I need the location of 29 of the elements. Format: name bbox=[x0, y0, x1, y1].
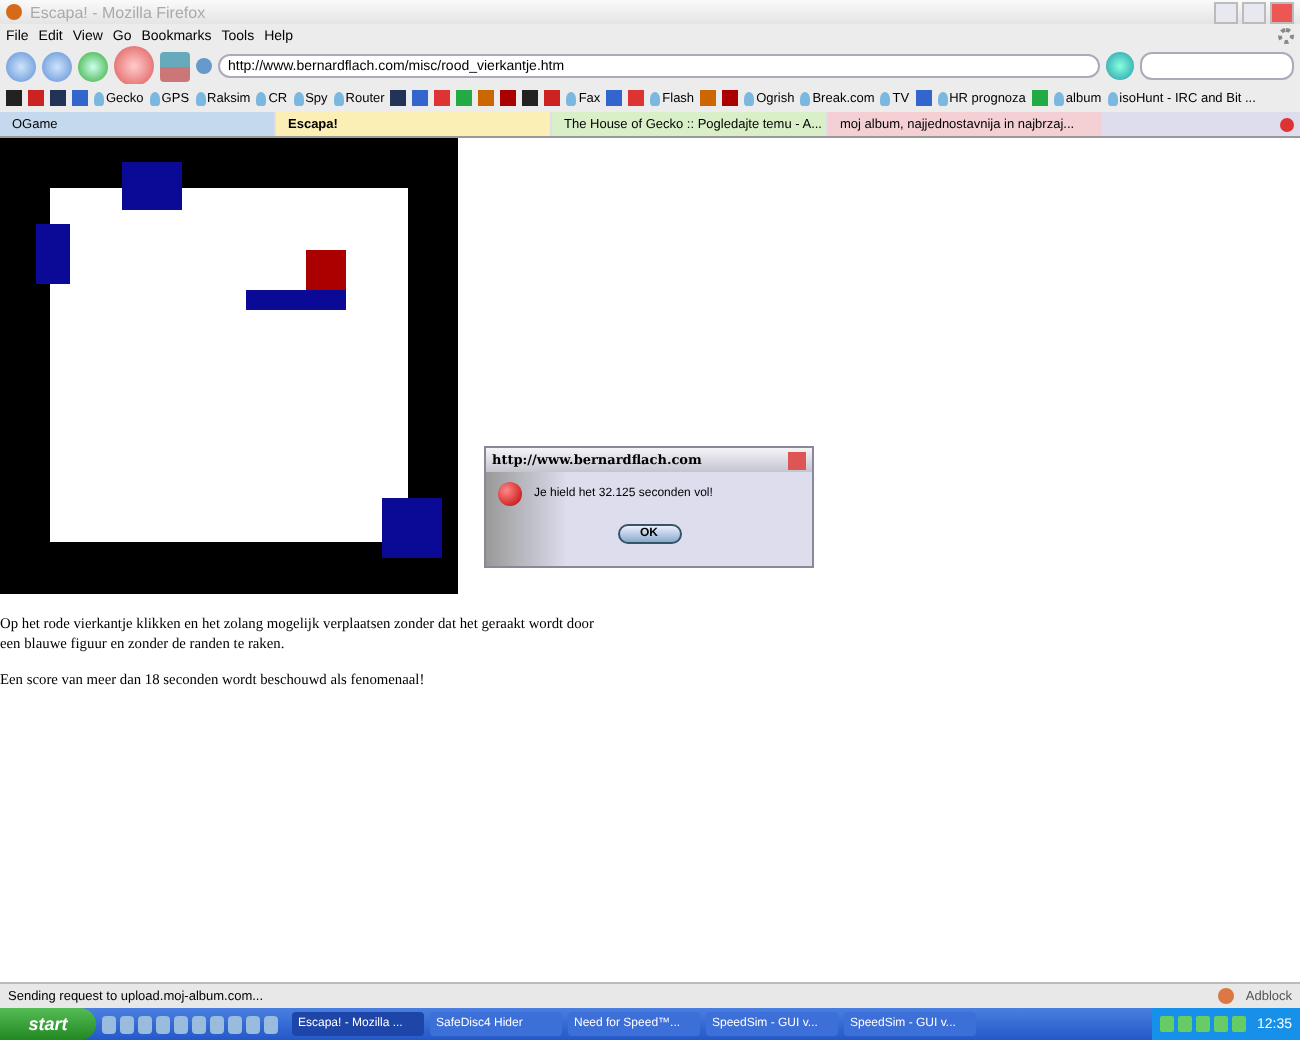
enemy-block bbox=[122, 162, 182, 210]
window-title: Escapa! - Mozilla Firefox bbox=[30, 3, 208, 21]
bookmark-icon bbox=[800, 91, 811, 105]
enemy-block bbox=[246, 290, 346, 310]
close-button[interactable] bbox=[1270, 1, 1294, 23]
close-tab-icon[interactable] bbox=[1280, 117, 1294, 131]
forward-button[interactable] bbox=[42, 51, 72, 81]
bookmark-icon bbox=[256, 91, 267, 105]
enemy-block bbox=[36, 224, 70, 284]
enemy-block bbox=[382, 498, 442, 558]
bookmark-icon bbox=[293, 91, 304, 105]
search-field[interactable] bbox=[1140, 52, 1294, 80]
bookmark-icon bbox=[333, 91, 344, 105]
bookmark-icon bbox=[880, 91, 891, 105]
close-button[interactable] bbox=[788, 451, 806, 469]
go-icon[interactable] bbox=[1106, 52, 1134, 80]
bookmark-icon bbox=[195, 91, 206, 105]
globe-icon bbox=[196, 58, 212, 74]
reload-button[interactable] bbox=[78, 51, 108, 81]
alert-icon bbox=[498, 482, 522, 506]
smiley-icon bbox=[1217, 988, 1234, 1004]
minimize-button[interactable] bbox=[1214, 1, 1238, 23]
maximize-button[interactable] bbox=[1242, 1, 1266, 23]
firefox-icon bbox=[6, 4, 22, 20]
bookmark-icon bbox=[149, 91, 160, 105]
home-button[interactable] bbox=[160, 51, 190, 81]
bookmark-icon bbox=[1107, 91, 1118, 105]
back-button[interactable] bbox=[6, 51, 36, 81]
stop-button[interactable] bbox=[114, 46, 154, 86]
